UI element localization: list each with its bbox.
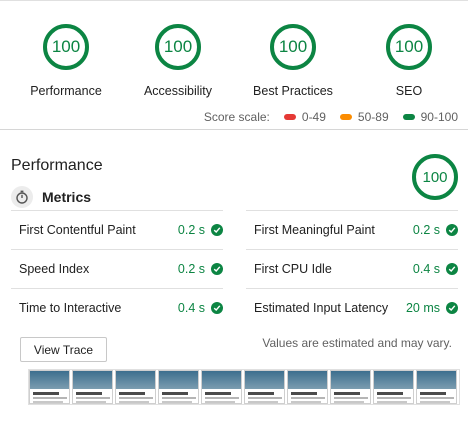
scale-pass-text: 90-100 xyxy=(420,110,458,124)
performance-score: 100 xyxy=(422,168,448,186)
gauge-best-practices[interactable]: 100 Best Practices xyxy=(235,24,351,98)
scale-average: 50-89 xyxy=(339,110,389,124)
gauge-ring: 100 xyxy=(43,24,89,70)
check-icon xyxy=(446,302,458,314)
metric-name: Time to Interactive xyxy=(19,301,122,315)
metric-name: First CPU Idle xyxy=(254,262,332,276)
filmstrip-frame xyxy=(158,370,199,404)
pass-pill-icon xyxy=(402,114,415,120)
category-gauges: 100 Performance 100 Accessibility 100 Be… xyxy=(0,24,468,98)
gauge-score: 100 xyxy=(278,37,308,56)
scale-pass: 90-100 xyxy=(402,110,458,124)
metrics-title: Metrics xyxy=(42,189,92,205)
metrics-header: Metrics xyxy=(11,186,91,208)
gauge-accessibility[interactable]: 100 Accessibility xyxy=(120,24,236,98)
filmstrip-frame xyxy=(201,370,242,404)
filmstrip-frame xyxy=(330,370,371,404)
gauge-score: 100 xyxy=(163,37,193,56)
gauge-label: Accessibility xyxy=(143,84,213,98)
estimate-note: Values are estimated and may vary. xyxy=(262,336,452,350)
scale-fail: 0-49 xyxy=(283,110,326,124)
metrics-row: Time to Interactive 0.4 s Estimated Inpu… xyxy=(11,288,458,327)
filmstrip xyxy=(28,369,460,405)
performance-gauge: 100 xyxy=(412,154,458,200)
metric-value: 0.2 s xyxy=(177,223,205,237)
performance-title: Performance xyxy=(11,157,103,174)
gauge-ring: 100 xyxy=(270,24,316,70)
metric-value: 0.4 s xyxy=(412,262,440,276)
score-scale: Score scale: 0-49 50-89 90-100 xyxy=(204,110,458,124)
check-icon xyxy=(211,302,223,314)
metric-time-to-interactive: Time to Interactive 0.4 s xyxy=(11,288,223,327)
metric-value: 0.4 s xyxy=(177,301,205,315)
metrics-table: First Contentful Paint 0.2 s First Meani… xyxy=(11,210,458,327)
metric-first-meaningful-paint: First Meaningful Paint 0.2 s xyxy=(246,210,458,249)
gauge-ring: 100 xyxy=(155,24,201,70)
gauge-performance[interactable]: 100 Performance xyxy=(8,24,124,98)
metric-value: 0.2 s xyxy=(412,223,440,237)
check-icon xyxy=(446,224,458,236)
filmstrip-frame xyxy=(373,370,414,404)
metric-first-cpu-idle: First CPU Idle 0.4 s xyxy=(246,249,458,288)
stopwatch-icon xyxy=(11,186,33,208)
filmstrip-frame xyxy=(416,370,457,404)
metric-name: First Contentful Paint xyxy=(19,223,136,237)
check-icon xyxy=(446,263,458,275)
section-divider xyxy=(0,129,468,130)
score-scale-label: Score scale: xyxy=(203,110,270,124)
gauge-score: 100 xyxy=(394,37,424,56)
filmstrip-frame xyxy=(115,370,156,404)
gauge-seo[interactable]: 100 SEO xyxy=(351,24,467,98)
metric-value: 20 ms xyxy=(405,301,440,315)
top-divider xyxy=(0,0,468,1)
gauge-ring: 100 xyxy=(386,24,432,70)
metrics-row: First Contentful Paint 0.2 s First Meani… xyxy=(11,210,458,249)
metric-name: Speed Index xyxy=(19,262,90,276)
metric-name: Estimated Input Latency xyxy=(254,301,389,315)
gauge-label: Performance xyxy=(30,84,102,98)
filmstrip-frame xyxy=(244,370,285,404)
metrics-row: Speed Index 0.2 s First CPU Idle 0.4 s xyxy=(11,249,458,288)
view-trace-button[interactable]: View Trace xyxy=(20,337,107,362)
filmstrip-frame xyxy=(72,370,113,404)
filmstrip-frame xyxy=(287,370,328,404)
average-pill-icon xyxy=(339,114,352,120)
metric-value: 0.2 s xyxy=(177,262,205,276)
metric-first-contentful-paint: First Contentful Paint 0.2 s xyxy=(11,210,223,249)
gauge-label: SEO xyxy=(395,84,423,98)
gauge-label: Best Practices xyxy=(253,84,333,98)
filmstrip-frame xyxy=(29,370,70,404)
scale-average-text: 50-89 xyxy=(357,110,389,124)
fail-pill-icon xyxy=(283,114,296,120)
check-icon xyxy=(211,263,223,275)
metric-name: First Meaningful Paint xyxy=(254,223,375,237)
check-icon xyxy=(211,224,223,236)
scale-fail-text: 0-49 xyxy=(301,110,326,124)
gauge-score: 100 xyxy=(51,37,81,56)
metric-estimated-input-latency: Estimated Input Latency 20 ms xyxy=(246,288,458,327)
metric-speed-index: Speed Index 0.2 s xyxy=(11,249,223,288)
